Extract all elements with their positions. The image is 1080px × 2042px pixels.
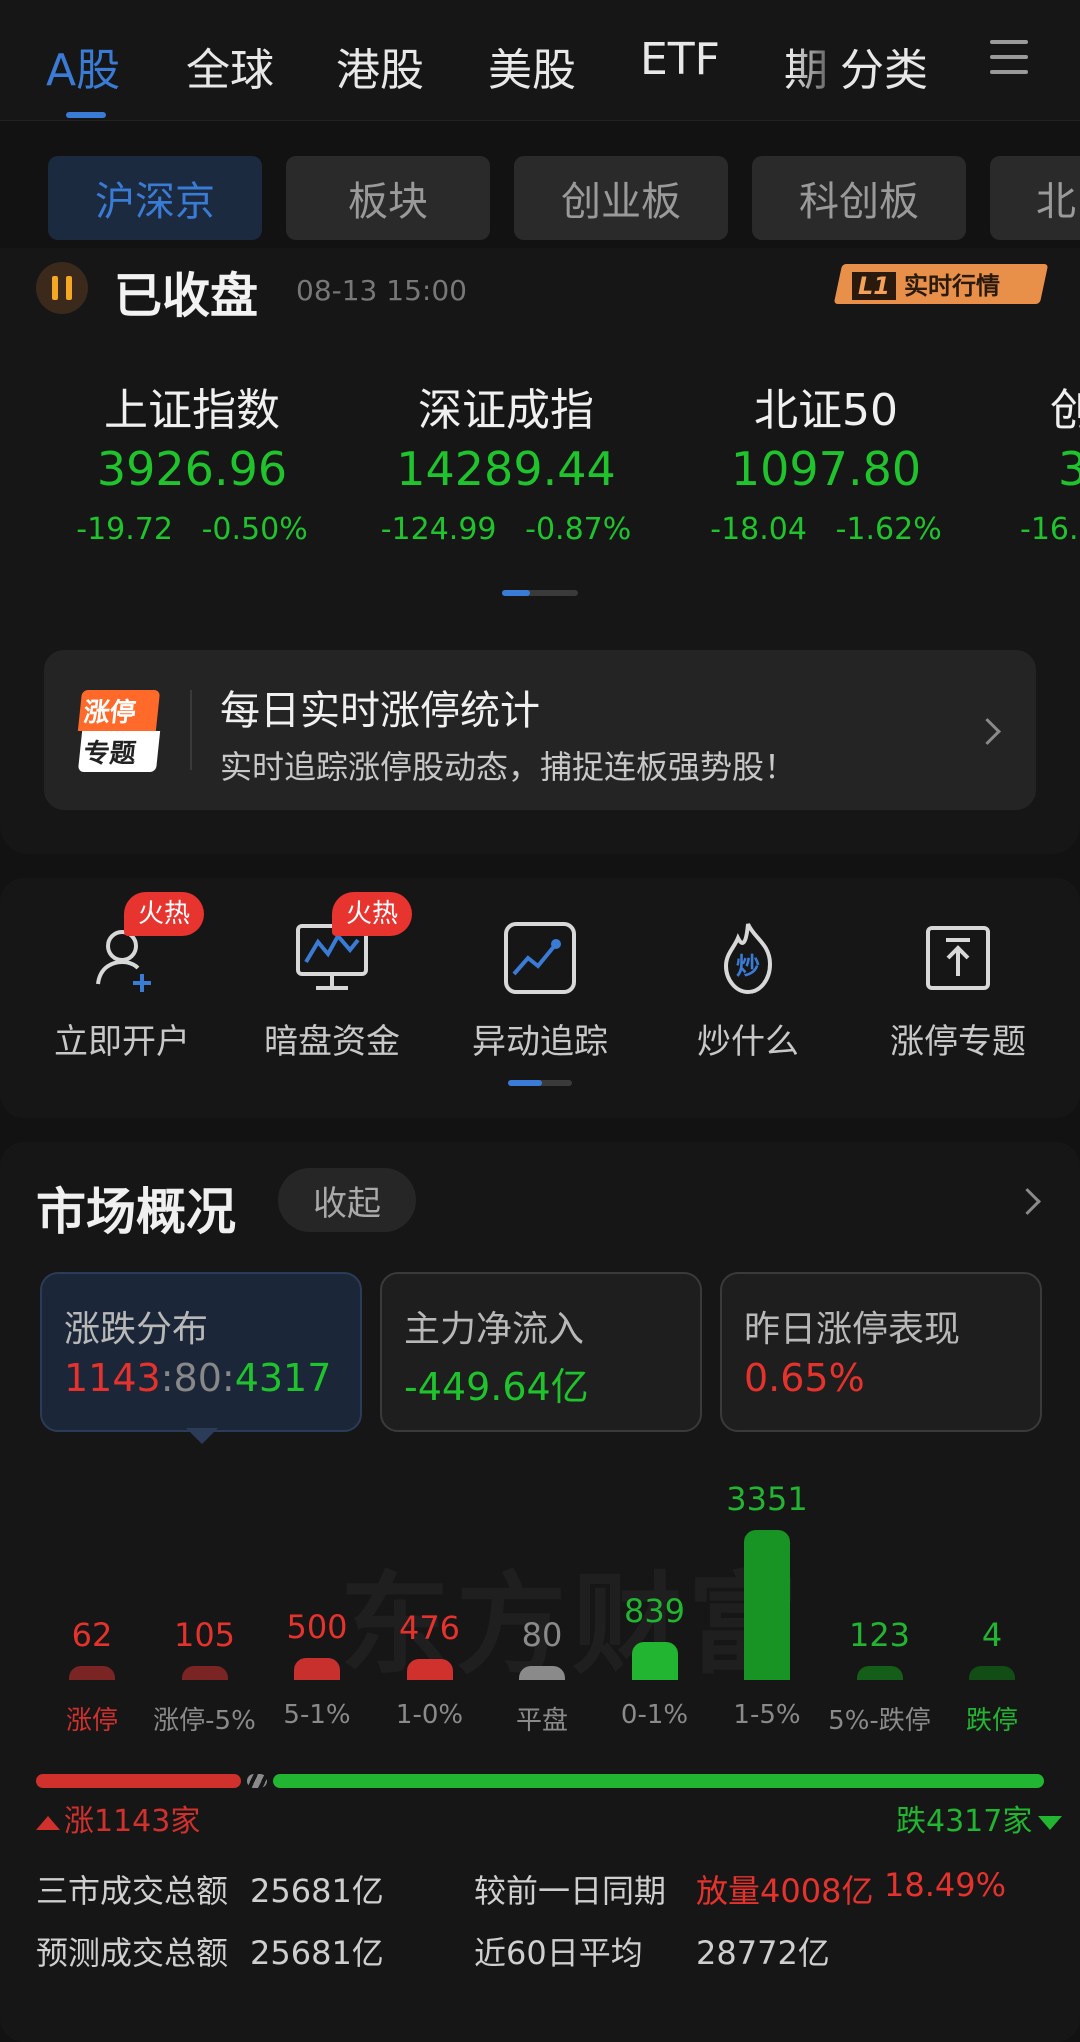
subtab-hushenjing[interactable]: 沪深京 xyxy=(48,156,262,240)
subtab-star-market[interactable]: 科创板 xyxy=(752,156,966,240)
market-status: 已收盘 xyxy=(114,268,259,324)
promo-divider xyxy=(190,690,192,770)
tool-label-anomaly-tracking: 异动追踪 xyxy=(472,1022,608,1062)
total-turnover-label: 三市成交总额 xyxy=(36,1872,229,1910)
promo-badge-bottom: 专题 xyxy=(77,731,161,772)
subtab-sector[interactable]: 板块 xyxy=(286,156,490,240)
market-overview-title: 市场概况 xyxy=(36,1183,236,1241)
index-name-sh[interactable]: 上证指数 xyxy=(42,374,342,438)
market-time: 08-13 15:00 xyxy=(296,274,467,307)
index-value-cyb: 3 xyxy=(1058,442,1080,496)
advance-decline-values: 1143:80:4317 xyxy=(64,1356,332,1400)
index-pager xyxy=(502,590,578,596)
fire-icon: 炒 xyxy=(723,923,773,995)
tab-global[interactable]: 全球 xyxy=(186,34,274,98)
promo-subtitle: 实时追踪涨停股动态，捕捉连板强势股！ xyxy=(220,748,797,786)
card-label: 主力净流入 xyxy=(404,1309,585,1350)
index-change-sh: -19.72 -0.50% xyxy=(76,512,308,547)
tool-label-limit-up-topic: 涨停专题 xyxy=(890,1022,1026,1062)
arrow-up-icon xyxy=(36,1815,60,1830)
menu-icon[interactable] xyxy=(990,40,1028,76)
candlestick-icon xyxy=(36,262,88,314)
limit-up-badge-icon: 涨停 专题 xyxy=(77,690,161,772)
card-advance-decline[interactable]: 涨跌分布 1143:80:4317 xyxy=(40,1272,362,1432)
compare-label: 较前一日同期 xyxy=(474,1872,667,1910)
tools-pager xyxy=(508,1080,572,1086)
tool-label-open-account: 立即开户 xyxy=(54,1022,190,1062)
card-label: 昨日涨停表现 xyxy=(744,1309,961,1350)
watermark-logo: 东方财富 xyxy=(340,1561,804,1689)
index-name-bz50[interactable]: 北证50 xyxy=(676,374,976,438)
up-count: 涨1143家 xyxy=(36,1796,200,1840)
index-value-sz: 14289.44 xyxy=(396,442,616,496)
forecast-turnover-value: 25681亿 xyxy=(250,1934,384,1972)
tab-us-stocks[interactable]: 美股 xyxy=(488,34,576,98)
yesterday-limit-up-value: 0.65% xyxy=(744,1356,865,1400)
arrow-down-icon xyxy=(1038,1815,1063,1830)
l1-badge[interactable]: L1 实时行情 xyxy=(852,266,1000,301)
upload-box-icon xyxy=(926,926,990,990)
subtab-chinext[interactable]: 创业板 xyxy=(514,156,728,240)
index-value-sh: 3926.96 xyxy=(96,442,288,496)
compare-pct: 18.49% xyxy=(884,1866,1007,1904)
subtab-beijing[interactable]: 北 xyxy=(990,156,1080,240)
tab-active-indicator xyxy=(66,112,106,118)
tab-category[interactable]: 分类 xyxy=(840,34,928,98)
index-value-bz50: 1097.80 xyxy=(730,442,922,496)
compare-volume: 放量4008亿 xyxy=(696,1872,874,1910)
hot-badge: 火热 xyxy=(332,892,413,936)
index-change-cyb: -16. xyxy=(1020,512,1079,547)
index-name-cyb[interactable]: 创 xyxy=(1050,374,1080,438)
tool-label-what-to-trade: 炒什么 xyxy=(697,1022,799,1062)
down-count: 跌4317家 xyxy=(896,1796,1063,1840)
card-label: 涨跌分布 xyxy=(64,1309,209,1350)
tab-a-shares[interactable]: A股 xyxy=(46,34,120,98)
index-name-sz[interactable]: 深证成指 xyxy=(356,374,656,438)
index-change-bz50: -18.04 -1.62% xyxy=(710,512,942,547)
card-yesterday-limit-up[interactable]: 昨日涨停表现 0.65% xyxy=(720,1272,1042,1432)
ratio-bar-flat xyxy=(247,1774,268,1788)
tab-etf[interactable]: ETF xyxy=(640,34,720,85)
ratio-bar-up xyxy=(36,1774,242,1788)
promo-title: 每日实时涨停统计 xyxy=(220,688,540,734)
total-turnover-value: 25681亿 xyxy=(250,1872,384,1910)
avg60-label: 近60日平均 xyxy=(474,1934,643,1972)
forecast-turnover-label: 预测成交总额 xyxy=(36,1934,229,1972)
tab-hk-stocks[interactable]: 港股 xyxy=(336,34,424,98)
card-main-net-inflow[interactable]: 主力净流入 -449.64亿 xyxy=(380,1272,702,1432)
hot-badge: 火热 xyxy=(124,892,205,936)
main-net-inflow-value: -449.64亿 xyxy=(404,1365,589,1409)
fire-icon-glyph: 炒 xyxy=(736,952,760,980)
market-tabs-bar: A股 全球 港股 美股 ETF 期 分类 xyxy=(0,0,1080,121)
ratio-bar-down xyxy=(273,1774,1044,1788)
l1-text: 实时行情 xyxy=(904,272,1000,300)
index-change-sz: -124.99 -0.87% xyxy=(380,512,632,547)
active-card-pointer xyxy=(186,1428,218,1444)
avg60-value: 28772亿 xyxy=(696,1934,830,1972)
collapse-button[interactable]: 收起 xyxy=(278,1168,416,1232)
l1-label: L1 xyxy=(852,272,896,300)
tool-label-dark-pool: 暗盘资金 xyxy=(264,1022,400,1062)
trend-line-icon xyxy=(504,922,576,994)
promo-badge-top: 涨停 xyxy=(77,690,161,731)
